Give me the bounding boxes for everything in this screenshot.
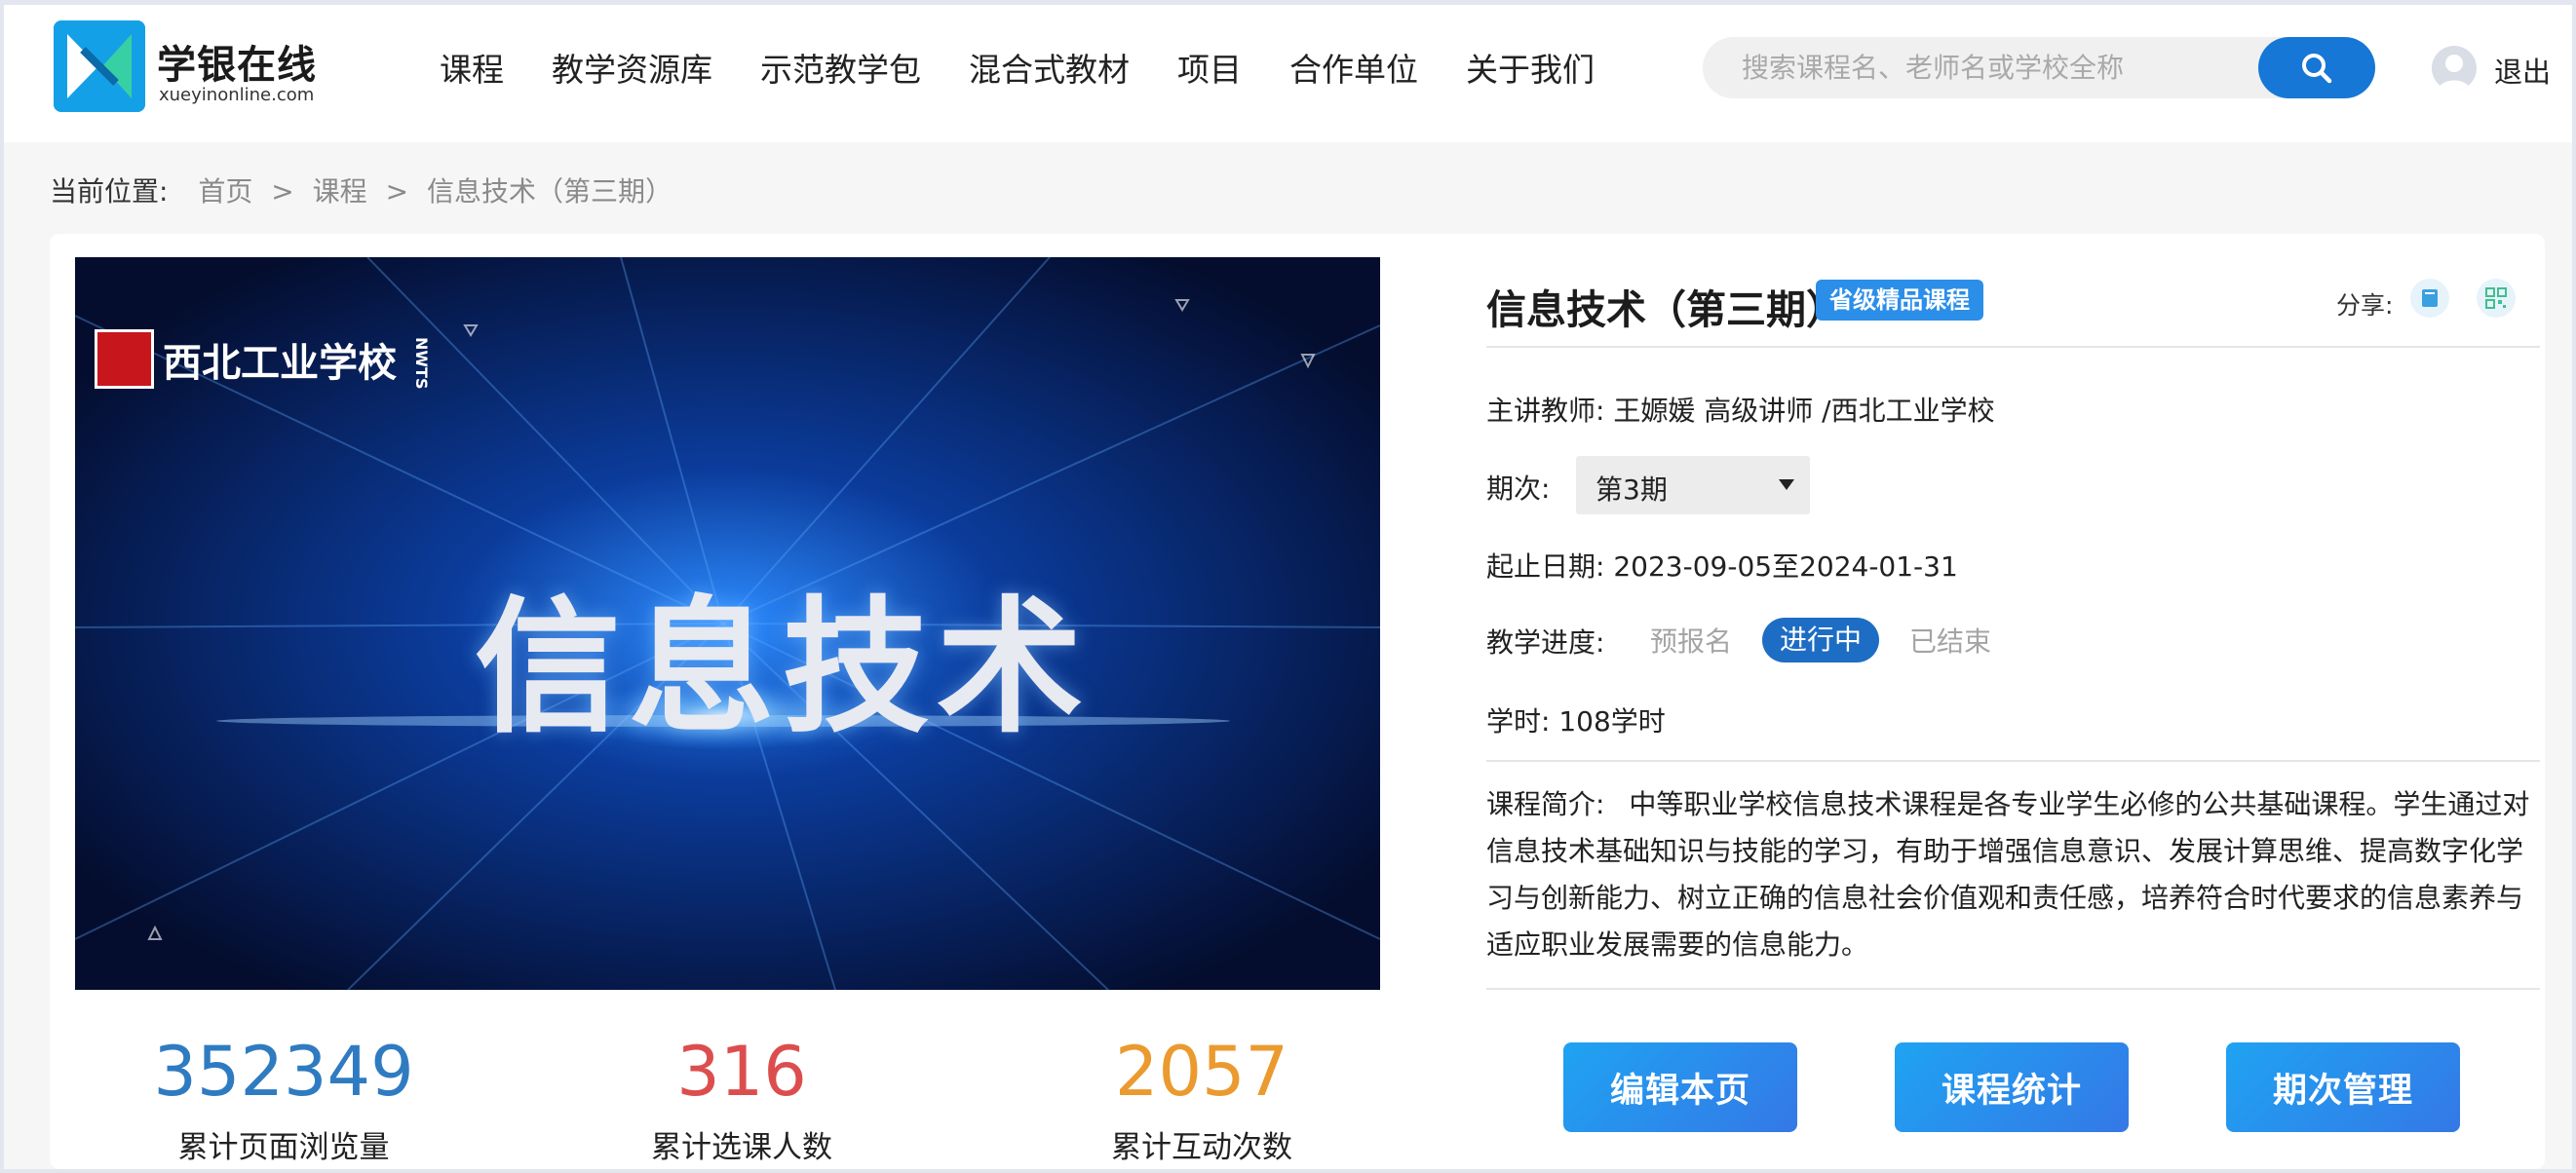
breadcrumb-courses[interactable]: 课程 xyxy=(313,175,367,208)
search-icon xyxy=(2302,53,2332,83)
stat-interactions-value: 2057 xyxy=(1114,1032,1289,1112)
logo-domain: xueyinonline.com xyxy=(159,85,315,105)
share-label: 分享: xyxy=(2336,291,2394,320)
term-select-value: 第3期 xyxy=(1596,473,1668,506)
divider xyxy=(1486,988,2540,990)
logout-link[interactable]: 退出 xyxy=(2494,50,2551,91)
nav-item-partners[interactable]: 合作单位 xyxy=(1289,48,1418,93)
book-icon xyxy=(2422,289,2438,307)
stat-page-views-value: 352349 xyxy=(153,1032,414,1112)
course-intro: 课程简介: 中等职业学校信息技术课程是各专业学生必修的公共基础课程。学生通过对信… xyxy=(1486,781,2540,968)
hours-label: 学时: xyxy=(1486,705,1551,738)
caret-down-icon xyxy=(1779,479,1794,490)
stat-enrollments: 316 累计选课人数 xyxy=(508,1033,976,1166)
progress-step-ended: 已结束 xyxy=(1909,625,1992,658)
user-icon xyxy=(2438,55,2471,91)
cover-headline: 信息技术 xyxy=(475,584,1092,753)
course-card: 西北工业学校 NWTS 信息技术 信息技术（第三期） 省级精品课程 分享: 主讲… xyxy=(50,234,2545,1169)
stat-enrollments-value: 316 xyxy=(676,1032,807,1112)
intro-text: 中等职业学校信息技术课程是各专业学生必修的公共基础课程。学生通过对信息技术基础知… xyxy=(1486,788,2530,961)
teacher-label: 主讲教师: xyxy=(1486,395,1605,427)
hours-row: 学时: 108学时 xyxy=(1486,700,1666,739)
cover-school-abbr: NWTS xyxy=(412,337,431,390)
teacher-row: 主讲教师: 王嫄媛 高级讲师 /西北工业学校 xyxy=(1486,390,1995,429)
logo-mark-icon xyxy=(54,20,145,112)
divider xyxy=(1486,346,2540,348)
main-nav: 课程 教学资源库 示范教学包 混合式教材 项目 合作单位 关于我们 xyxy=(440,48,1642,93)
course-title: 信息技术（第三期） xyxy=(1486,286,1846,333)
course-level-badge: 省级精品课程 xyxy=(1816,280,1983,321)
dates-row: 起止日期: 2023-09-05至2024-01-31 xyxy=(1486,546,1958,585)
nav-item-resource-library[interactable]: 教学资源库 xyxy=(552,48,712,93)
nav-item-blended-textbooks[interactable]: 混合式教材 xyxy=(969,48,1130,93)
stat-page-views: 352349 累计页面浏览量 xyxy=(50,1033,518,1166)
stat-enrollments-label: 累计选课人数 xyxy=(651,1130,832,1165)
qrcode-icon xyxy=(2485,287,2507,309)
term-label: 期次: xyxy=(1486,473,1551,505)
search-button[interactable] xyxy=(2258,37,2375,98)
term-management-button[interactable]: 期次管理 xyxy=(2226,1042,2460,1132)
divider xyxy=(1486,760,2540,762)
nav-item-projects[interactable]: 项目 xyxy=(1177,48,1242,93)
course-cover-image: 西北工业学校 NWTS 信息技术 xyxy=(75,257,1380,990)
top-header: 学银在线 xueyinonline.com 课程 教学资源库 示范教学包 混合式… xyxy=(4,5,2572,142)
teacher-value: 王嫄媛 高级讲师 /西北工业学校 xyxy=(1613,395,1995,427)
stat-interactions: 2057 累计互动次数 xyxy=(968,1033,1436,1166)
school-emblem-icon xyxy=(95,329,154,389)
breadcrumb-separator: > xyxy=(385,175,409,208)
breadcrumb-separator: > xyxy=(271,175,294,208)
share-qrcode-button[interactable] xyxy=(2477,279,2516,318)
intro-label: 课程简介: xyxy=(1486,788,1605,820)
stat-interactions-label: 累计互动次数 xyxy=(1111,1130,1292,1165)
nav-item-demo-packages[interactable]: 示范教学包 xyxy=(760,48,921,93)
breadcrumb-home[interactable]: 首页 xyxy=(198,175,252,208)
progress-step-ongoing: 进行中 xyxy=(1762,618,1880,662)
dates-value: 2023-09-05至2024-01-31 xyxy=(1613,550,1958,583)
site-logo[interactable]: 学银在线 xueyinonline.com xyxy=(54,20,317,118)
course-stats-button[interactable]: 课程统计 xyxy=(1895,1042,2129,1132)
cover-school-name: 西北工业学校 xyxy=(163,341,397,386)
nav-item-courses[interactable]: 课程 xyxy=(440,48,504,93)
hours-value: 108学时 xyxy=(1558,705,1666,738)
progress-label: 教学进度: xyxy=(1486,626,1605,659)
share-book-button[interactable] xyxy=(2410,279,2449,318)
avatar[interactable] xyxy=(2432,46,2477,91)
nav-item-about[interactable]: 关于我们 xyxy=(1466,48,1595,93)
search-box xyxy=(1703,37,2375,98)
edit-page-button[interactable]: 编辑本页 xyxy=(1563,1042,1797,1132)
breadcrumb: 当前位置: 首页 > 课程 > 信息技术（第三期） xyxy=(50,170,673,209)
logo-title: 学银在线 xyxy=(157,43,317,88)
dates-label: 起止日期: xyxy=(1486,550,1605,583)
term-select[interactable]: 第3期 xyxy=(1576,456,1810,514)
breadcrumb-prefix: 当前位置: xyxy=(50,175,169,208)
stat-page-views-label: 累计页面浏览量 xyxy=(177,1130,390,1165)
search-input[interactable] xyxy=(1742,37,2249,98)
progress-step-preregister: 预报名 xyxy=(1650,625,1733,658)
breadcrumb-current: 信息技术（第三期） xyxy=(426,175,673,208)
